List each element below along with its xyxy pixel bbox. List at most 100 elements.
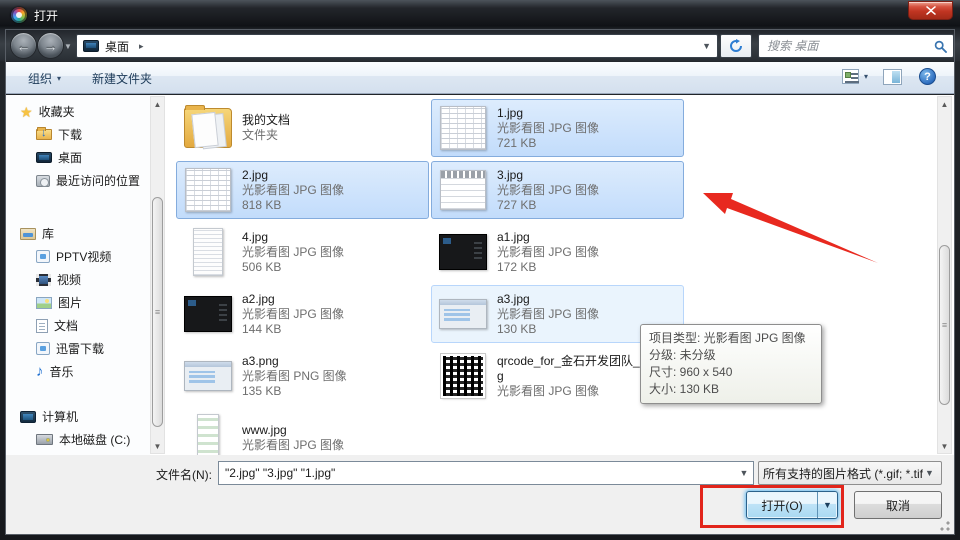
breadcrumb-chevron-icon[interactable]: ▸ xyxy=(139,41,144,52)
desktop-icon xyxy=(83,40,99,52)
sidebar-item-music[interactable]: ♪音乐 xyxy=(36,363,74,380)
file-tile-3jpg[interactable]: 3.jpg光影看图 JPG 图像727 KB xyxy=(431,161,684,219)
resize-grip[interactable] xyxy=(940,521,950,531)
scroll-down-icon[interactable]: ▼ xyxy=(938,439,951,453)
history-dropdown-button[interactable]: ▼ xyxy=(64,42,72,51)
open-button[interactable]: 打开(O) ▼ xyxy=(746,491,838,519)
videos-icon xyxy=(36,274,51,286)
new-folder-button[interactable]: 新建文件夹 xyxy=(92,70,152,87)
recent-places-icon xyxy=(36,175,50,187)
open-split-dropdown[interactable]: ▼ xyxy=(817,492,837,518)
sidebar-item-videos[interactable]: 视频 xyxy=(36,271,81,288)
address-breadcrumb[interactable]: 桌面 ▸ ▼ xyxy=(76,34,718,58)
chevron-down-icon: ▾ xyxy=(864,72,868,81)
file-tile-2jpg[interactable]: 2.jpg光影看图 JPG 图像818 KB xyxy=(176,161,429,219)
cancel-button-label: 取消 xyxy=(886,497,910,514)
open-file-dialog: 打开 ← → ▼ 桌面 ▸ ▼ xyxy=(0,0,960,540)
scroll-up-icon[interactable]: ▲ xyxy=(151,97,164,111)
scroll-down-icon[interactable]: ▼ xyxy=(151,439,164,453)
download-folder-icon xyxy=(36,129,52,140)
close-button[interactable] xyxy=(908,1,953,20)
filter-value: 所有支持的图片格式 (*.gif; *.tif xyxy=(759,465,925,482)
tooltip-item-type: 项目类型: 光影看图 JPG 图像 xyxy=(649,330,813,347)
refresh-icon xyxy=(729,39,743,53)
command-toolbar: 组织 ▾ 新建文件夹 ▾ ? xyxy=(6,62,954,94)
documents-icon xyxy=(36,319,48,333)
organize-menu-button[interactable]: 组织 ▾ xyxy=(28,70,61,87)
sidebar-item-pictures[interactable]: 图片 xyxy=(36,294,82,311)
file-tile-4jpg[interactable]: 4.jpg光影看图 JPG 图像506 KB xyxy=(176,223,429,281)
file-tile-1jpg[interactable]: 1.jpg光影看图 JPG 图像721 KB xyxy=(431,99,684,157)
sidebar-group-libraries[interactable]: 库 xyxy=(20,225,54,242)
file-tile-a2jpg[interactable]: a2.jpg光影看图 JPG 图像144 KB xyxy=(176,285,429,343)
spreadsheet-thumb xyxy=(440,106,486,150)
star-icon: ★ xyxy=(20,105,33,119)
chevron-down-icon[interactable]: ▼ xyxy=(735,468,753,478)
filename-combobox[interactable]: ▼ xyxy=(218,461,754,485)
sidebar-scrollbar[interactable]: ▲ ≡ ▼ xyxy=(150,96,165,454)
sidebar-group-favorites[interactable]: ★收藏夹 xyxy=(20,103,75,120)
search-box[interactable] xyxy=(758,34,954,58)
desktop-icon xyxy=(36,152,52,163)
tooltip-dimensions: 尺寸: 960 x 540 xyxy=(649,364,813,381)
sidebar-item-documents[interactable]: 文档 xyxy=(36,317,78,334)
file-tile-my-documents[interactable]: 我的文档文件夹 xyxy=(176,99,429,157)
dialog-screenshot-thumb xyxy=(184,361,232,391)
file-type-filter[interactable]: 所有支持的图片格式 (*.gif; *.tif ▼ xyxy=(758,461,942,485)
local-disk-icon xyxy=(36,434,53,445)
search-input[interactable] xyxy=(765,38,934,54)
arrow-left-icon: ← xyxy=(17,39,31,53)
cancel-button[interactable]: 取消 xyxy=(854,491,942,519)
spreadsheet-thumb xyxy=(185,168,231,212)
organize-label: 组织 xyxy=(28,70,52,87)
sidebar-group-computer[interactable]: 计算机 xyxy=(20,408,78,425)
sidebar-item-downloads[interactable]: 下载 xyxy=(36,126,82,143)
close-icon xyxy=(926,6,936,15)
tall-sheet-thumb xyxy=(193,228,223,276)
sidebar-item-desktop[interactable]: 桌面 xyxy=(36,149,82,166)
sidebar-item-pptv-video[interactable]: PPTV视频 xyxy=(36,248,111,265)
computer-icon xyxy=(20,411,36,423)
title-bar[interactable]: 打开 xyxy=(0,0,960,30)
arrow-right-icon: → xyxy=(44,39,58,53)
preview-pane-button[interactable] xyxy=(883,69,902,85)
filename-input[interactable] xyxy=(219,466,735,480)
change-view-button[interactable]: ▾ xyxy=(842,69,868,84)
libraries-icon xyxy=(20,228,36,240)
chevron-down-icon: ▼ xyxy=(925,468,941,478)
scroll-up-icon[interactable]: ▲ xyxy=(938,97,951,111)
sidebar-scrollbar-thumb[interactable]: ≡ xyxy=(152,197,163,427)
sidebar-item-thunder-download[interactable]: 迅雷下载 xyxy=(36,340,104,357)
tooltip-size: 大小: 130 KB xyxy=(649,381,813,398)
view-mode-icon xyxy=(842,69,859,84)
file-info-tooltip: 项目类型: 光影看图 JPG 图像 分级: 未分级 尺寸: 960 x 540 … xyxy=(640,324,822,404)
window-title: 打开 xyxy=(34,7,58,24)
filename-label: 文件名(N): xyxy=(6,466,212,483)
help-button[interactable]: ? xyxy=(919,68,936,85)
forward-button[interactable]: → xyxy=(37,32,64,59)
pictures-icon xyxy=(36,297,52,309)
table-thumb xyxy=(440,170,486,210)
magnifier-icon[interactable] xyxy=(934,40,947,53)
qrcode-thumb xyxy=(441,354,485,398)
file-scrollbar-thumb[interactable]: ≡ xyxy=(939,245,950,405)
open-button-label[interactable]: 打开(O) xyxy=(747,497,817,514)
back-button[interactable]: ← xyxy=(10,32,37,59)
file-list-scrollbar[interactable]: ▲ ≡ ▼ xyxy=(937,96,952,454)
refresh-button[interactable] xyxy=(720,34,752,58)
file-tile-a1jpg[interactable]: a1.jpg光影看图 JPG 图像172 KB xyxy=(431,223,684,281)
folder-thumb xyxy=(184,108,232,148)
chevron-down-icon: ▾ xyxy=(57,74,61,83)
navigation-pane: ★收藏夹 下载 桌面 最近访问的位置 库 PPTV视频 视频 图片 文档 迅雷下… xyxy=(6,95,150,455)
breadcrumb-root[interactable]: 桌面 xyxy=(105,38,129,55)
sidebar-item-recent-places[interactable]: 最近访问的位置 xyxy=(36,172,140,189)
address-dropdown-button[interactable]: ▼ xyxy=(702,41,711,51)
file-tile-a3png[interactable]: a3.png光影看图 PNG 图像135 KB xyxy=(176,347,429,405)
file-list: 我的文档文件夹 1.jpg光影看图 JPG 图像721 KB 2.jpg光影看图… xyxy=(176,99,696,455)
tooltip-rating: 分级: 未分级 xyxy=(649,347,813,364)
navigation-bar: ← → ▼ 桌面 ▸ ▼ xyxy=(6,31,954,61)
sidebar-item-local-disk-c[interactable]: 本地磁盘 (C:) xyxy=(36,431,130,448)
music-icon: ♪ xyxy=(36,364,44,379)
pptv-video-icon xyxy=(36,250,50,263)
new-folder-label: 新建文件夹 xyxy=(92,70,152,87)
